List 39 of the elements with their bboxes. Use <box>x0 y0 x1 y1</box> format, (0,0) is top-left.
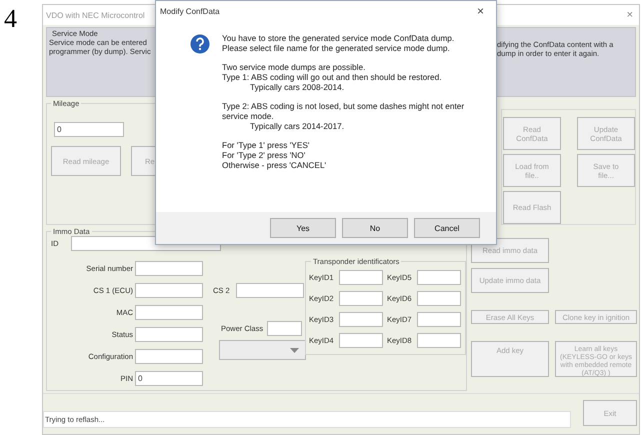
message-text: Type 1: ABS coding will go out and then should be restored. <box>222 72 443 82</box>
question-icon <box>190 34 210 54</box>
dialog-button[interactable]: No <box>342 218 408 238</box>
dialog-title: Modify ConfData <box>160 6 220 16</box>
input-field[interactable] <box>236 282 304 298</box>
input-field[interactable] <box>417 333 461 348</box>
input-field[interactable] <box>339 333 383 348</box>
mileage-field[interactable]: 0 <box>54 122 124 137</box>
close-button[interactable]: × <box>476 4 484 18</box>
dropdown-arrow-icon <box>290 348 299 352</box>
input-field[interactable] <box>135 304 203 320</box>
message-text: For 'Type 2' press 'NO' <box>222 150 306 160</box>
input-field[interactable] <box>135 282 203 298</box>
input-field[interactable] <box>135 326 203 342</box>
close-button[interactable]: × <box>626 9 633 21</box>
message-text: Typically cars 2014-2017. <box>249 121 346 131</box>
message-text: Typically cars 2008-2014. <box>249 82 346 92</box>
message-text: For 'Type 1' press 'YES' <box>222 140 310 150</box>
message-text: service mode. <box>222 111 275 121</box>
input-field[interactable] <box>339 270 383 285</box>
input-field[interactable] <box>339 291 383 306</box>
input-field[interactable] <box>267 320 302 336</box>
input-field[interactable] <box>135 260 203 276</box>
dialog-button[interactable]: Cancel <box>414 218 480 238</box>
figure-number: 4 <box>3 3 18 32</box>
message-text: Two service mode dumps are possible. <box>222 62 366 72</box>
message-text: Type 2: ABS coding is not losed, but some dashes might not enter <box>222 101 464 111</box>
window-title: VDO with NEC Microcontrol <box>46 10 145 20</box>
input-field[interactable] <box>417 312 461 327</box>
input-field[interactable] <box>339 312 383 327</box>
input-field[interactable]: 0 <box>135 370 203 386</box>
input-field[interactable] <box>417 291 461 306</box>
dialog-button[interactable]: Yes <box>270 218 336 238</box>
message-text: You have to store the generated service mode ConfData dump. <box>222 33 456 43</box>
input-field[interactable] <box>417 270 461 285</box>
message-text: Otherwise - press 'CANCEL' <box>222 160 328 170</box>
message-text: Please select file name for the generated service mode dump. <box>222 43 451 53</box>
dropdown[interactable] <box>219 340 306 360</box>
input-field[interactable] <box>135 348 203 364</box>
